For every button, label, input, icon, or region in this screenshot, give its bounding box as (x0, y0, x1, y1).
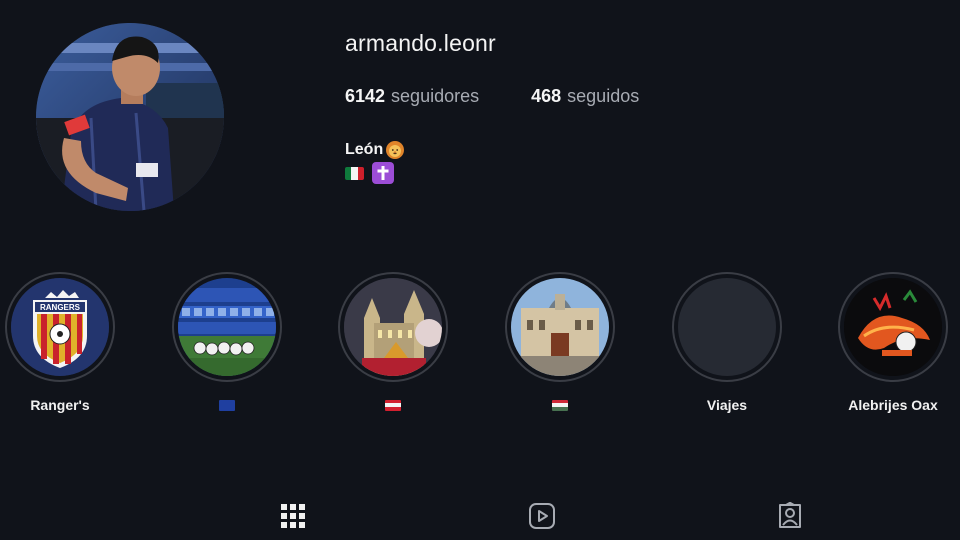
tagged-icon (779, 502, 801, 528)
profile-page: armando.leonr 6142 seguidores 468 seguidos… (0, 0, 960, 540)
highlight-austria[interactable] (303, 272, 483, 414)
highlight-label (303, 396, 483, 414)
profile-avatar[interactable] (36, 23, 224, 211)
bio-name-text: León (345, 141, 384, 158)
bio-emojis (345, 162, 394, 184)
grid-icon (281, 504, 305, 528)
alebrijes-crest-icon (844, 278, 942, 376)
svg-text:RANGERS: RANGERS (40, 303, 81, 312)
tab-posts-grid[interactable] (273, 496, 313, 536)
bio-name: León (345, 140, 405, 160)
reels-icon (529, 503, 555, 529)
highlight-label (470, 396, 650, 414)
tab-reels[interactable] (522, 496, 562, 536)
highlight-cover (511, 278, 609, 376)
profile-stats: 6142 seguidores 468 seguidos (345, 86, 639, 107)
following-stat[interactable]: 468 seguidos (531, 86, 639, 107)
latin-cross-icon (372, 162, 394, 184)
followers-stat[interactable]: 6142 seguidores (345, 86, 479, 107)
following-label: seguidos (567, 86, 640, 106)
profile-tabs (0, 496, 960, 536)
highlight-ring (338, 272, 448, 382)
highlight-ring: RANGERS (5, 272, 115, 382)
highlight-rangers[interactable]: RANGERS Ranger's (0, 272, 150, 414)
profile-username: armando.leonr (345, 30, 496, 56)
mexico-flag-icon (345, 166, 364, 180)
followers-count: 6142 (345, 86, 386, 106)
highlight-ring (172, 272, 282, 382)
stadium-balls-icon (178, 278, 276, 376)
highlight-eu[interactable] (137, 272, 317, 414)
highlight-ring (838, 272, 948, 382)
highlight-cover: RANGERS (11, 278, 109, 376)
highlight-ring (672, 272, 782, 382)
lion-face-icon (386, 141, 405, 159)
highlight-viajes[interactable]: Viajes (637, 272, 817, 414)
tab-tagged[interactable] (770, 496, 810, 536)
highlight-cover (344, 278, 442, 376)
highlight-alebrijes[interactable]: Alebrijes Oax (803, 272, 960, 414)
highlight-cover (844, 278, 942, 376)
highlight-cover-empty (678, 278, 776, 376)
highlight-ring (505, 272, 615, 382)
highlight-label: Viajes (706, 397, 748, 413)
budapest-castle-icon (511, 278, 609, 376)
rangers-crest-icon: RANGERS (11, 278, 109, 376)
highlight-label: Alebrijes Oax (848, 397, 938, 413)
following-count: 468 (531, 86, 562, 106)
highlight-hungary[interactable] (470, 272, 650, 414)
followers-label: seguidores (391, 86, 480, 106)
eu-flag-icon (219, 399, 235, 411)
austria-flag-icon (385, 399, 401, 411)
highlight-label (137, 396, 317, 414)
avatar-photo (36, 23, 224, 211)
gothic-city-hall-icon (344, 278, 442, 376)
highlight-label: Ranger's (30, 397, 90, 413)
highlight-cover (178, 278, 276, 376)
hungary-flag-icon (552, 399, 568, 411)
